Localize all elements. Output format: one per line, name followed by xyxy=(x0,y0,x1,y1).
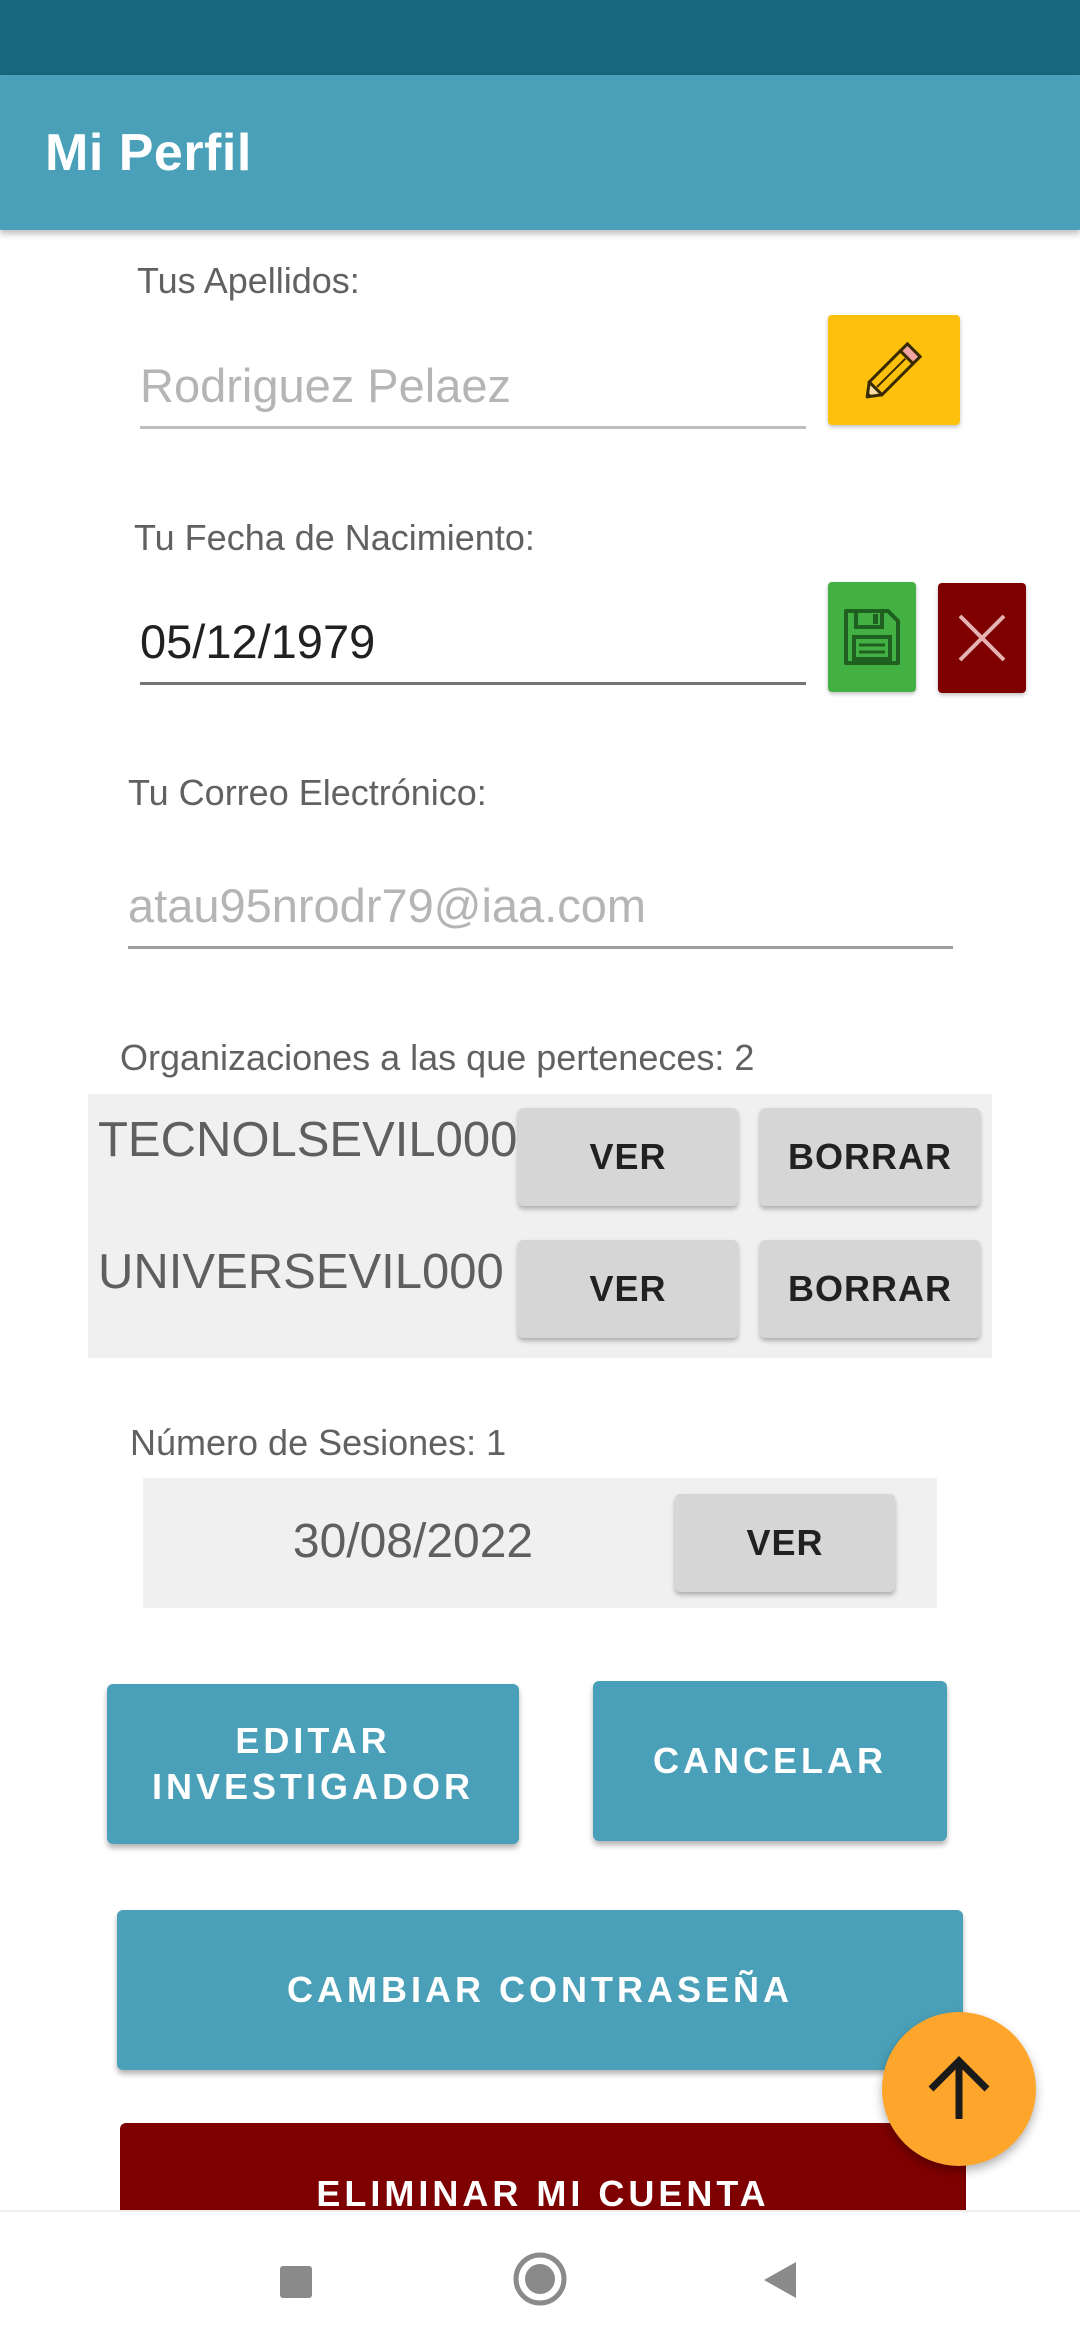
organizations-label: Organizaciones a las que perteneces: 2 xyxy=(120,1037,755,1078)
surname-label: Tus Apellidos: xyxy=(137,260,360,301)
recents-button[interactable] xyxy=(266,2252,326,2312)
edit-researcher-button[interactable]: EDITAR INVESTIGADOR xyxy=(107,1684,519,1844)
edit-researcher-label: EDITAR INVESTIGADOR xyxy=(151,1720,475,1807)
profile-form[interactable]: Tus Apellidos: Rodriguez Pelaez Tu Fecha… xyxy=(0,230,1080,2210)
status-bar xyxy=(0,0,1080,75)
page-title: Mi Perfil xyxy=(45,124,252,182)
edit-surname-button[interactable] xyxy=(828,315,960,425)
email-label: Tu Correo Electrónico: xyxy=(128,772,487,813)
delete-account-button[interactable]: ELIMINAR MI CUENTA xyxy=(120,2123,966,2210)
system-navigation-bar xyxy=(0,2210,1080,2342)
delete-organization-button[interactable]: BORRAR xyxy=(760,1240,980,1338)
organizations-list: TECNOLSEVIL000 VER BORRAR UNIVERSEVIL000… xyxy=(88,1094,992,1358)
arrow-up-icon xyxy=(928,2056,990,2119)
sessions-list: 30/08/2022 VER xyxy=(143,1478,937,1608)
email-field[interactable]: atau95nrodr79@iaa.com xyxy=(128,866,953,949)
app-bar: Mi Perfil xyxy=(0,75,1080,230)
surname-field[interactable]: Rodriguez Pelaez xyxy=(140,346,806,429)
scroll-to-top-button[interactable] xyxy=(882,2012,1036,2166)
home-button[interactable] xyxy=(508,2247,572,2311)
home-circle-icon xyxy=(513,2252,567,2306)
close-icon xyxy=(958,614,1006,662)
view-session-button[interactable]: VER xyxy=(675,1494,895,1592)
birthdate-field[interactable]: 05/12/1979 xyxy=(140,602,806,685)
session-date: 30/08/2022 xyxy=(292,1515,534,1568)
change-password-button[interactable]: CAMBIAR CONTRASEÑA xyxy=(117,1910,963,2070)
cancel-birthdate-button[interactable] xyxy=(938,583,1026,693)
view-organization-button[interactable]: VER xyxy=(518,1108,738,1206)
pencil-icon xyxy=(865,341,923,399)
cancel-button[interactable]: CANCELAR xyxy=(593,1681,947,1841)
save-icon xyxy=(844,609,900,665)
back-triangle-icon xyxy=(764,2262,796,2298)
organization-name: TECNOLSEVIL000 xyxy=(98,1113,518,1167)
birthdate-label: Tu Fecha de Nacimiento: xyxy=(134,517,535,558)
view-organization-button[interactable]: VER xyxy=(518,1240,738,1338)
recents-square-icon xyxy=(280,2266,312,2298)
organization-name: UNIVERSEVIL000 xyxy=(98,1245,504,1299)
delete-organization-button[interactable]: BORRAR xyxy=(760,1108,980,1206)
sessions-label: Número de Sesiones: 1 xyxy=(130,1422,507,1463)
back-button[interactable] xyxy=(750,2250,810,2310)
save-birthdate-button[interactable] xyxy=(828,582,916,692)
